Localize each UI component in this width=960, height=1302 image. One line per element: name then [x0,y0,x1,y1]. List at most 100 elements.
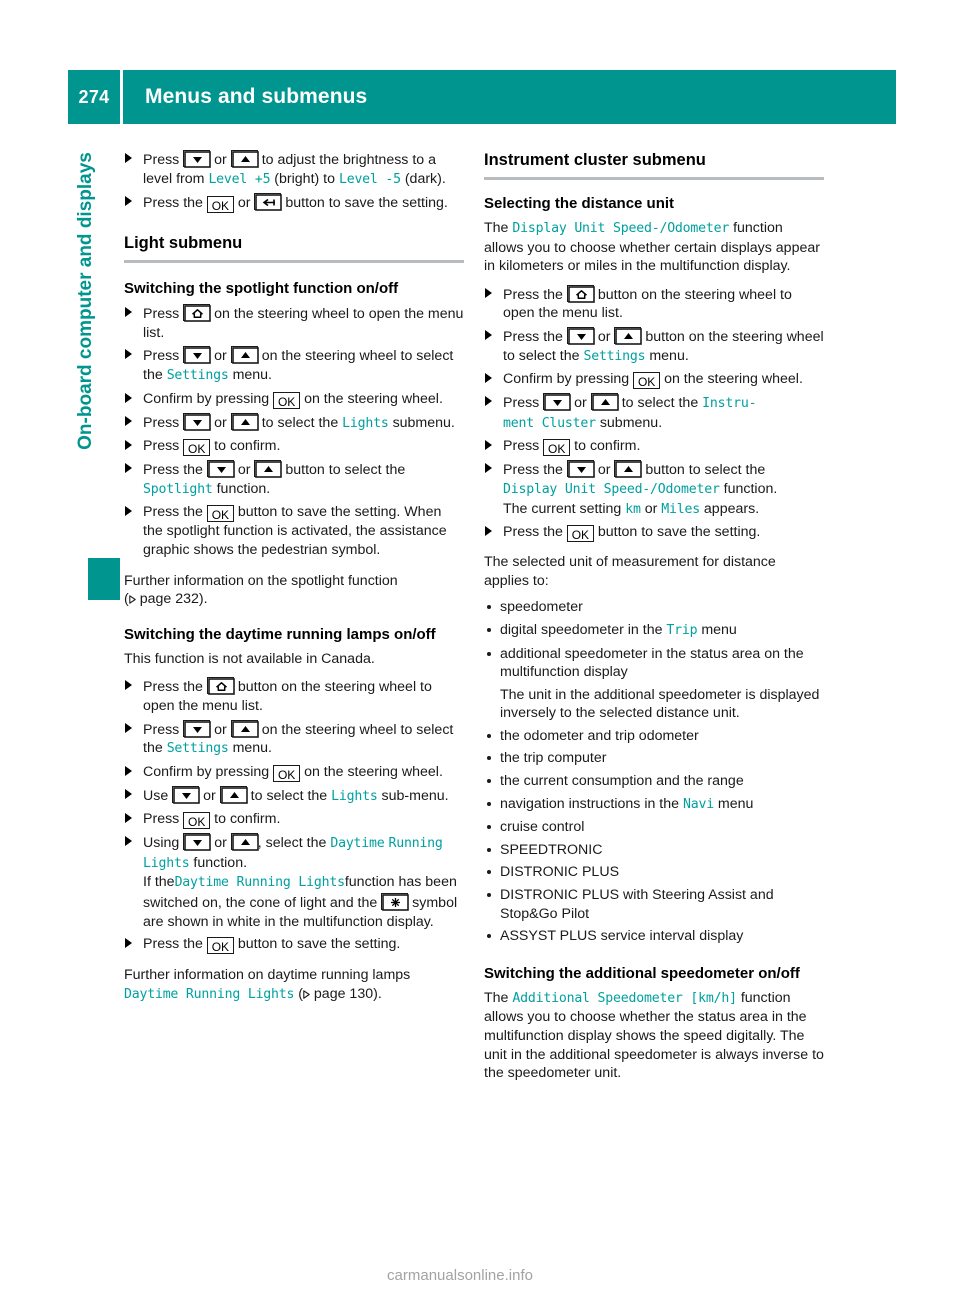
code-lights: Lights [342,415,389,431]
step-text-to-select: to select the [261,414,339,431]
down-arrow-key-icon [543,393,572,411]
heading-daytime-running-lamps: Switching the daytime running lamps on/o… [124,625,436,643]
step-text-press: Press [143,811,180,828]
step-save-spotlight: Press the OK button to save the setting.… [124,503,464,559]
step-text-or: or [214,152,227,168]
bullet-dot-icon [487,847,491,852]
bullet-dot-icon [487,605,491,610]
home-key-icon [206,677,235,696]
list-item: the odometer and trip odometer [484,727,824,746]
step-text-or: or [597,462,611,479]
bullet-dot-icon [487,893,491,898]
bullet-dot-icon [487,779,491,784]
para-distance-intro: The Display Unit Speed-/Odometer functio… [484,219,824,276]
step-adjust-brightness: Press or to adjust the brightness to a l… [124,150,464,189]
step-text-press: Press [143,306,180,323]
step-drl-select-settings: Press or on the steering wheel to select… [124,719,464,759]
step-arrow-icon [485,329,492,340]
step-drl-select-lights: Use or to select the Lights sub-menu. [124,785,464,807]
step-rc-press-ok: Press OK to confirm. [484,437,824,457]
home-key-icon [566,284,595,303]
step-text-press-the: Press the [143,504,203,521]
step-arrow-icon [125,836,132,847]
code-display-unit: Display Unit Speed-/Odometer [503,481,720,497]
up-arrow-key-icon [230,833,259,852]
home-key-icon [183,304,212,322]
code-daytime-running-lights: Daytime Running Lights [174,875,345,891]
list-item-label: cruise control [500,819,585,836]
step-text-to-confirm: to confirm. [214,438,281,455]
heading-instrument-cluster: Instrument cluster submenu [484,151,706,169]
list-item: ASSYST PLUS service interval display [484,927,824,946]
step-arrow-icon [485,287,492,298]
step-arrow-icon [125,813,132,824]
ok-key-icon: OK [566,525,594,543]
ok-key-icon: OK [206,196,234,214]
up-arrow-key-icon [230,412,259,431]
bullet-dot-icon [487,733,491,738]
step-text-or: or [203,787,216,804]
list-item: cruise control [484,818,824,837]
step-arrow-icon [125,680,132,691]
step-arrow-icon [125,415,132,426]
step-rc-select-settings: Press the or button on the steering whee… [484,326,824,366]
step-arrow-icon [125,722,132,733]
manual-page: 274 Menus and submenus On-board computer… [0,0,960,1302]
step-text-submenu: sub-menu. [381,787,449,804]
step-arrow-icon [125,938,132,949]
step-text-to-select: to select the [250,787,328,804]
step-text-or: or [214,414,227,431]
ok-key-icon: OK [273,764,301,782]
step-text-press-the: Press the [143,936,203,953]
para-additional-speedometer: The Additional Speedometer [km/h] functi… [484,989,824,1083]
code-display-unit: Display Unit Speed-/Odometer [512,221,730,236]
step-arrow-icon [125,506,132,517]
list-item: DISTRONIC PLUS [484,863,824,882]
page-ref-triangle-icon [303,986,310,999]
heading-selecting-distance-unit: Selecting the distance unit [484,195,675,212]
list-item: DISTRONIC PLUS with Steering Assist and … [484,886,824,923]
back-key-icon [254,193,283,211]
step-text-to-confirm: to confirm. [214,811,281,828]
step-text-press: Press [143,152,180,168]
bullet-dot-icon [487,801,491,806]
para-drl-intro: This function is not available in Canada… [124,650,375,667]
list-item: SPEEDTRONIC [484,841,824,860]
page-reference: ( page 232). [124,591,208,608]
code-settings: Settings [166,741,229,757]
code-navi: Navi [682,796,714,812]
code-km: km [625,501,641,517]
step-text-press-the: Press the [143,679,203,696]
page-number: 274 [68,70,120,124]
up-arrow-key-icon [614,460,643,479]
code-settings: Settings [166,367,229,383]
step-open-menu-list: Press on the steering wheel to open the … [124,304,464,342]
footer-watermark: carmanualsonline.info [387,1267,533,1284]
step-arrow-icon [125,349,132,360]
step-text-function: function. [193,854,248,871]
ok-key-icon: OK [206,937,234,955]
step-drl-save: Press the OK button to save the setting. [124,935,464,955]
step-text-press-the: Press the [143,195,203,212]
list-item-note: The unit in the additional speedometer i… [500,686,820,722]
step-press-ok-confirm: Press OK to confirm. [124,437,464,457]
step-drl-confirm: Confirm by pressing OK on the steering w… [124,763,464,782]
step-text-use: Use [143,787,169,804]
step-drl-select-function: Using or , select the Daytime Running Li… [124,833,464,931]
step-text-or: or [214,721,227,738]
code-instru: Instru- [702,396,757,412]
step-text-submenu: submenu. [392,414,455,431]
up-arrow-key-icon [254,460,283,478]
para-drl-further-text: Further information on daytime running l… [124,967,411,984]
heading-rule [124,260,464,264]
down-arrow-key-icon [183,833,212,852]
down-arrow-key-icon [566,460,595,479]
step-text-press: Press [143,438,180,455]
code-settings: Settings [583,348,646,364]
para-addspeedo-prefix: The [484,989,509,1006]
step-arrow-icon [485,440,492,451]
para-distance-intro-prefix: The [484,220,509,236]
list-item-label: ASSYST PLUS service interval display [500,928,744,945]
para-spotlight-further-text: Further information on the spotlight fun… [124,572,398,589]
step-arrow-icon [125,788,132,799]
